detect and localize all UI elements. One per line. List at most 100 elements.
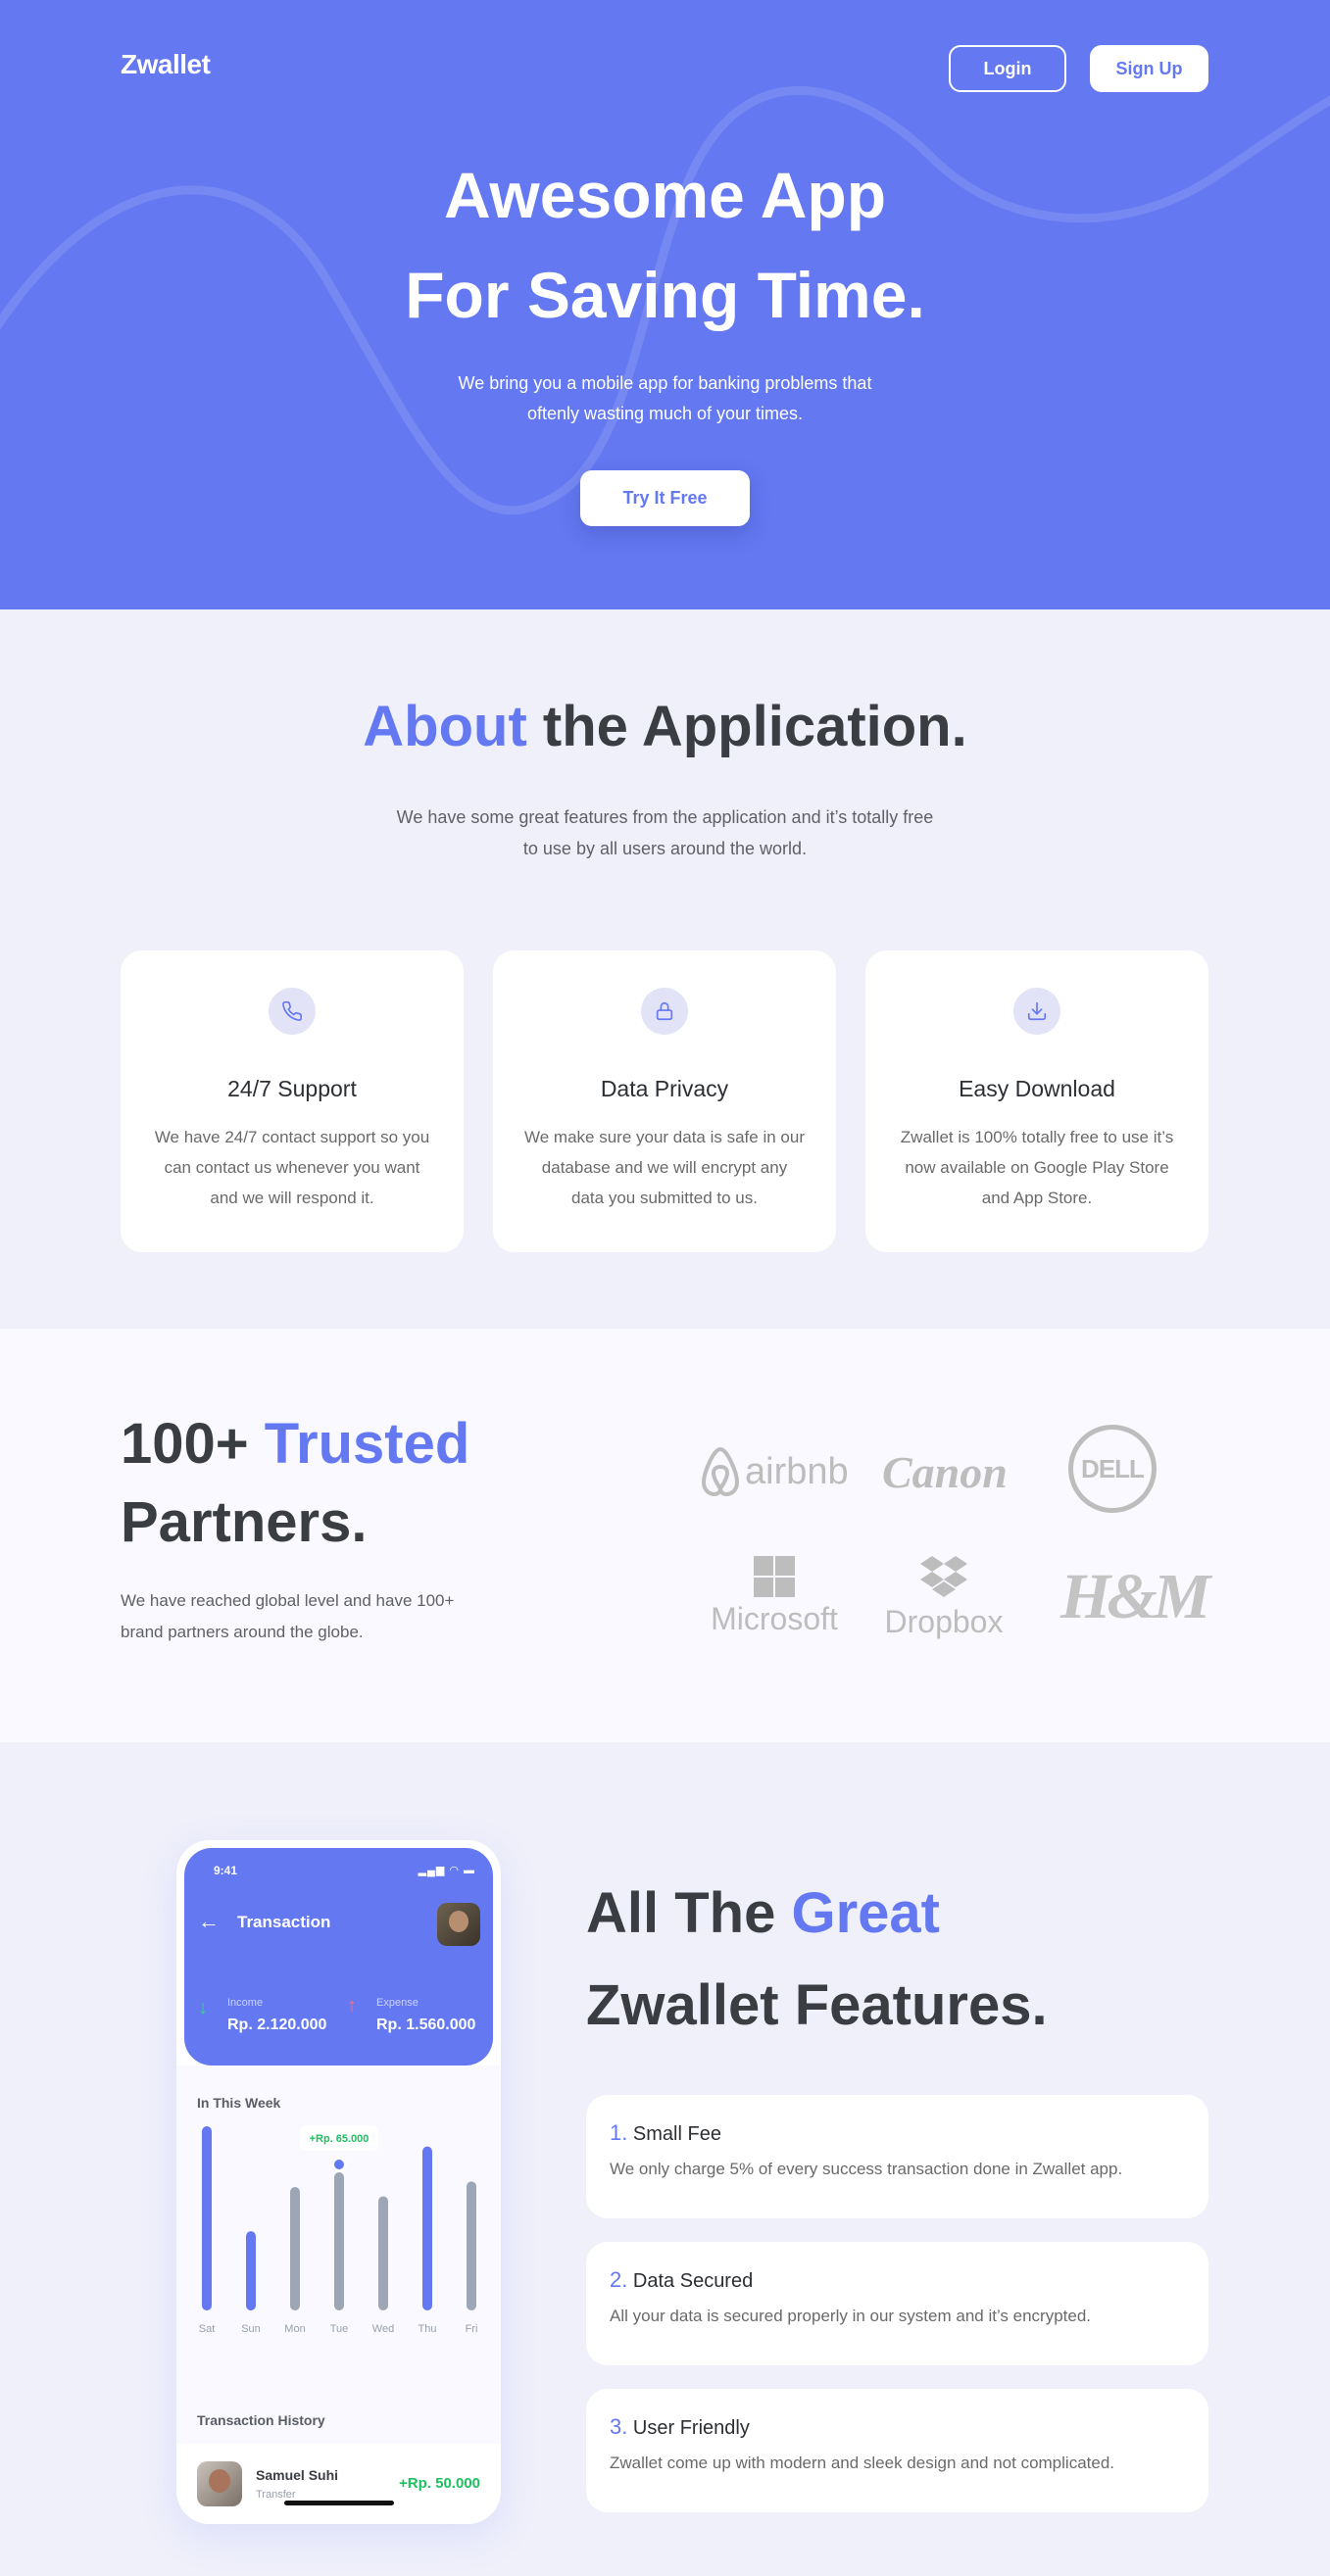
- chart-tick-label: Fri: [466, 2323, 478, 2335]
- history-avatar: [197, 2461, 242, 2506]
- feature-number: 2.: [610, 2267, 628, 2292]
- feature-card-user-friendly: 3. User Friendly Zwallet come up with mo…: [586, 2389, 1208, 2512]
- airbnb-mark-icon: [701, 1446, 740, 1497]
- partners-section: 100+ Trusted Partners. We have reached g…: [0, 1329, 1330, 1742]
- microsoft-logo: Microsoft: [706, 1556, 843, 1637]
- income-value: Rp. 2.120.000: [227, 2017, 327, 2033]
- feature-card-data-secured: 2. Data Secured All your data is secured…: [586, 2242, 1208, 2365]
- top-navbar: Zwallet Login Sign Up: [0, 45, 1330, 94]
- history-name: Samuel Suhi: [256, 2467, 339, 2483]
- card-download: Easy Download Zwallet is 100% totally fr…: [865, 950, 1208, 1252]
- chart-tick-label: Tue: [330, 2323, 349, 2335]
- feature-number: 3.: [610, 2414, 628, 2439]
- lock-icon: [641, 988, 688, 1035]
- feature-description: Zwallet come up with modern and sleek de…: [610, 2454, 1115, 2472]
- expense-value: Rp. 1.560.000: [376, 2017, 476, 2033]
- card-desc-line: We have 24/7 contact support so you: [154, 1128, 430, 1146]
- status-time: 9:41: [214, 1864, 238, 1877]
- hm-logo: H&M: [1060, 1561, 1210, 1632]
- feature-title: 1. Small Fee: [610, 2120, 721, 2146]
- chart-tick-label: Thu: [419, 2323, 437, 2335]
- features-title-accent: Great: [791, 1881, 940, 1945]
- features-title-line2: Zwallet Features.: [586, 1973, 1048, 2037]
- phone-header: 9:41 ▂▄▆ ◠ ▬ ← Transaction ↓ Income Rp. …: [184, 1848, 493, 2066]
- card-desc-line: data you submitted to us.: [571, 1189, 758, 1207]
- about-cards: 24/7 Support We have 24/7 contact suppor…: [121, 950, 1208, 1252]
- dropbox-logo: Dropbox: [875, 1556, 1012, 1640]
- dropbox-mark-icon: [920, 1556, 967, 1597]
- back-arrow-icon[interactable]: ←: [198, 1909, 220, 1934]
- chart-bar-sun: [246, 2231, 256, 2310]
- card-description: We make sure your data is safe in our da…: [515, 1122, 814, 1213]
- phone-body: In This Week Sat Sun Mon Tue Wed Thu Fri +Rp. 6…: [176, 2066, 501, 2524]
- card-desc-line: can contact us whenever you want: [164, 1158, 420, 1177]
- signup-button[interactable]: Sign Up: [1090, 45, 1208, 92]
- partners-desc-line1: We have reached global level and have 10…: [121, 1591, 455, 1610]
- week-title: In This Week: [197, 2095, 281, 2111]
- microsoft-logo-text: Microsoft: [711, 1601, 838, 1636]
- phone-icon: [269, 988, 316, 1035]
- partners-title-pre: 100+: [121, 1412, 265, 1476]
- hero-title-line2: For Saving Time.: [405, 259, 925, 331]
- hero-title-line1: Awesome App: [443, 159, 887, 231]
- features-title-pre: All The: [586, 1881, 792, 1945]
- chart-bar-mon: [290, 2187, 300, 2310]
- card-desc-line: now available on Google Play Store: [905, 1158, 1169, 1177]
- history-title: Transaction History: [197, 2412, 325, 2428]
- income-label: Income: [227, 1997, 264, 2009]
- week-bar-chart: Sat Sun Mon Tue Wed Thu Fri +Rp. 65.000: [199, 2125, 478, 2335]
- download-icon: [1013, 988, 1060, 1035]
- history-row[interactable]: Samuel Suhi Transfer +Rp. 50.000: [176, 2444, 501, 2524]
- feature-number: 1.: [610, 2120, 628, 2145]
- partners-title-accent: Trusted: [264, 1412, 470, 1476]
- dell-logo-text: DELL: [1081, 1453, 1145, 1483]
- chart-tick-label: Sat: [199, 2323, 216, 2335]
- expense-label: Expense: [376, 1997, 419, 2009]
- partners-title: 100+ Trusted Partners.: [121, 1405, 469, 1562]
- status-icons: ▂▄▆ ◠ ▬: [418, 1865, 475, 1876]
- partners-title-line2: Partners.: [121, 1490, 368, 1554]
- user-avatar[interactable]: [437, 1903, 480, 1946]
- feature-description: We only charge 5% of every success trans…: [610, 2160, 1123, 2178]
- brand-logo[interactable]: Zwallet: [121, 49, 211, 80]
- card-desc-line: We make sure your data is safe in our: [524, 1128, 805, 1146]
- microsoft-grid-icon: [754, 1556, 795, 1597]
- feature-name: Small Fee: [632, 2123, 721, 2145]
- chart-bar-tue: [334, 2172, 344, 2310]
- chart-bar-thu: [422, 2146, 432, 2310]
- hero-title: Awesome App For Saving Time.: [0, 145, 1330, 345]
- dell-logo: DELL: [1068, 1425, 1157, 1513]
- about-title-accent: About: [363, 695, 527, 758]
- try-it-free-button[interactable]: Try It Free: [580, 470, 750, 526]
- about-desc-line2: to use by all users around the world.: [522, 839, 808, 858]
- about-desc-line1: We have some great features from the app…: [396, 807, 934, 827]
- card-privacy: Data Privacy We make sure your data is s…: [493, 950, 836, 1252]
- airbnb-logo-text: airbnb: [745, 1450, 849, 1492]
- chart-bar-fri: [467, 2181, 476, 2310]
- history-amount: +Rp. 50.000: [399, 2475, 480, 2492]
- feature-name: User Friendly: [632, 2417, 750, 2439]
- hero-subtitle-line1: We bring you a mobile app for banking pr…: [458, 373, 872, 393]
- canon-logo: Canon: [882, 1447, 1008, 1497]
- card-desc-line: Zwallet is 100% totally free to use it’s: [900, 1128, 1174, 1146]
- card-description: Zwallet is 100% totally free to use it’s…: [887, 1122, 1187, 1213]
- phone-mockup: 9:41 ▂▄▆ ◠ ▬ ← Transaction ↓ Income Rp. …: [176, 1840, 501, 2524]
- dropbox-logo-text: Dropbox: [884, 1604, 1004, 1639]
- about-description: We have some great features from the app…: [0, 802, 1330, 864]
- hero-subtitle-line2: oftenly wasting much of your times.: [526, 404, 804, 423]
- feature-title: 2. Data Secured: [610, 2267, 753, 2293]
- income-arrow-icon: ↓: [198, 1997, 208, 2018]
- feature-title: 3. User Friendly: [610, 2414, 750, 2440]
- card-title: Easy Download: [959, 1076, 1115, 1101]
- partners-description: We have reached global level and have 10…: [121, 1585, 454, 1648]
- hero-section: Zwallet Login Sign Up Awesome App For Sa…: [0, 0, 1330, 609]
- expense-arrow-icon: ↑: [347, 1995, 357, 2017]
- login-button[interactable]: Login: [949, 45, 1066, 92]
- features-title: All The Great Zwallet Features.: [586, 1868, 1048, 2052]
- card-title: 24/7 Support: [227, 1076, 357, 1101]
- feature-card-small-fee: 1. Small Fee We only charge 5% of every …: [586, 2095, 1208, 2218]
- chart-tick-label: Mon: [284, 2323, 305, 2335]
- about-title: About the Application.: [0, 694, 1330, 759]
- card-desc-line: database and we will encrypt any: [541, 1158, 788, 1177]
- card-desc-line: and we will respond it.: [210, 1189, 374, 1207]
